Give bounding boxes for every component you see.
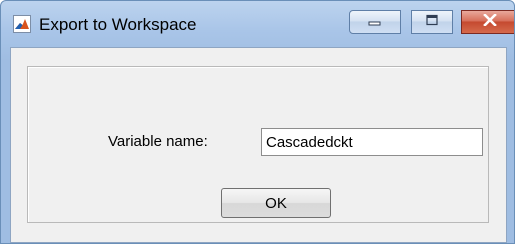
maximize-icon bbox=[425, 13, 439, 31]
form-panel: Variable name: OK bbox=[27, 66, 489, 223]
variable-name-label: Variable name: bbox=[108, 133, 208, 150]
maximize-button[interactable] bbox=[411, 10, 453, 34]
matlab-logo-icon bbox=[13, 15, 31, 33]
close-icon bbox=[483, 13, 497, 31]
window-title: Export to Workspace bbox=[39, 15, 197, 34]
close-button[interactable] bbox=[461, 10, 514, 34]
title-bar[interactable]: Export to Workspace bbox=[1, 1, 514, 47]
minimize-button[interactable] bbox=[349, 10, 401, 34]
dialog-content: Variable name: OK bbox=[10, 47, 507, 243]
variable-name-input[interactable] bbox=[261, 128, 483, 156]
minimize-icon bbox=[368, 13, 382, 31]
ok-button[interactable]: OK bbox=[221, 188, 331, 218]
export-dialog-window: Export to Workspace Variable name: Casca… bbox=[0, 0, 515, 244]
